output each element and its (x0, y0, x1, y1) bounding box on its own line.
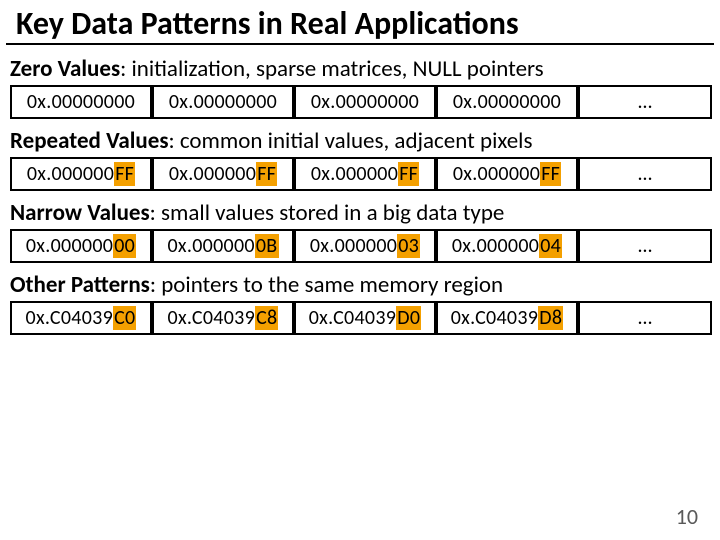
value-highlight: FF (114, 162, 135, 186)
value-row: 0x.000000000x.000000000x.000000000x.0000… (10, 85, 712, 119)
value-prefix: 0x.000000 (310, 234, 397, 258)
value-prefix: 0x.000000 (26, 234, 113, 258)
value-prefix: 0x. (27, 90, 52, 114)
value-suffix: 00000000 (52, 90, 136, 114)
value-cell: 0x.C04039C8 (152, 301, 294, 335)
pattern-desc: : pointers to the same memory region (150, 271, 503, 299)
value-cell: 0x.00000004 (436, 229, 578, 263)
value-highlight: FF (540, 162, 561, 186)
value-suffix: 00000000 (194, 90, 278, 114)
value-cell: 0x.00000000 (10, 85, 152, 119)
value-prefix: 0x.C04039 (26, 306, 114, 330)
value-row: 0x.C04039C00x.C04039C80x.C04039D00x.C040… (10, 301, 712, 335)
pattern-name: Repeated Values (10, 127, 169, 155)
value-prefix: 0x.000000 (311, 162, 398, 186)
value-cell: 0x.000000FF (294, 157, 436, 191)
pattern-label: Narrow Values: small values stored in a … (0, 197, 720, 227)
value-prefix: 0x.000000 (169, 162, 256, 186)
value-prefix: 0x.000000 (453, 162, 540, 186)
value-prefix: 0x. (169, 90, 194, 114)
value-cell: 0x.000000FF (436, 157, 578, 191)
slide-title: Key Data Patterns in Real Applications (6, 0, 714, 45)
ellipsis-cell: … (578, 301, 712, 335)
pattern-name: Narrow Values (10, 199, 150, 227)
value-prefix: 0x.000000 (452, 234, 539, 258)
value-suffix: 00000000 (336, 90, 420, 114)
value-cell: 0x.000000FF (152, 157, 294, 191)
value-row: 0x.000000FF0x.000000FF0x.000000FF0x.0000… (10, 157, 712, 191)
value-highlight: 03 (397, 234, 420, 258)
value-cell: 0x.00000000 (152, 85, 294, 119)
value-highlight: FF (398, 162, 419, 186)
value-prefix: 0x.000000 (27, 162, 114, 186)
value-cell: 0x.000000FF (10, 157, 152, 191)
value-cell: 0x.00000000 (294, 85, 436, 119)
value-prefix: 0x.C04039 (309, 306, 397, 330)
value-prefix: 0x. (453, 90, 478, 114)
value-highlight: 0B (255, 234, 279, 258)
pattern-name: Other Patterns (10, 271, 150, 299)
pattern-label: Zero Values: initialization, sparse matr… (0, 53, 720, 83)
value-highlight: D8 (538, 306, 563, 330)
value-row: 0x.000000000x.0000000B0x.000000030x.0000… (10, 229, 712, 263)
value-highlight: 00 (113, 234, 136, 258)
ellipsis-cell: … (578, 229, 712, 263)
value-cell: 0x.C04039D8 (436, 301, 578, 335)
ellipsis-cell: … (578, 85, 712, 119)
pattern-desc: : common initial values, adjacent pixels (169, 127, 533, 155)
value-prefix: 0x.C04039 (168, 306, 256, 330)
value-highlight: D0 (396, 306, 421, 330)
pattern-desc: : small values stored in a big data type (150, 199, 505, 227)
value-prefix: 0x.000000 (168, 234, 255, 258)
value-highlight: C8 (255, 306, 278, 330)
pattern-label: Repeated Values: common initial values, … (0, 125, 720, 155)
value-cell: 0x.C04039D0 (294, 301, 436, 335)
value-highlight: C0 (113, 306, 136, 330)
value-prefix: 0x.C04039 (451, 306, 539, 330)
value-cell: 0x.0000000B (152, 229, 294, 263)
value-prefix: 0x. (311, 90, 336, 114)
pattern-label: Other Patterns: pointers to the same mem… (0, 269, 720, 299)
value-suffix: 00000000 (478, 90, 562, 114)
value-cell: 0x.00000000 (436, 85, 578, 119)
value-highlight: FF (256, 162, 277, 186)
pattern-name: Zero Values (10, 55, 120, 83)
ellipsis-cell: … (578, 157, 712, 191)
value-cell: 0x.00000003 (294, 229, 436, 263)
pattern-desc: : initialization, sparse matrices, NULL … (120, 55, 544, 83)
value-cell: 0x.C04039C0 (10, 301, 152, 335)
value-highlight: 04 (539, 234, 562, 258)
value-cell: 0x.00000000 (10, 229, 152, 263)
page-number: 10 (676, 503, 698, 530)
